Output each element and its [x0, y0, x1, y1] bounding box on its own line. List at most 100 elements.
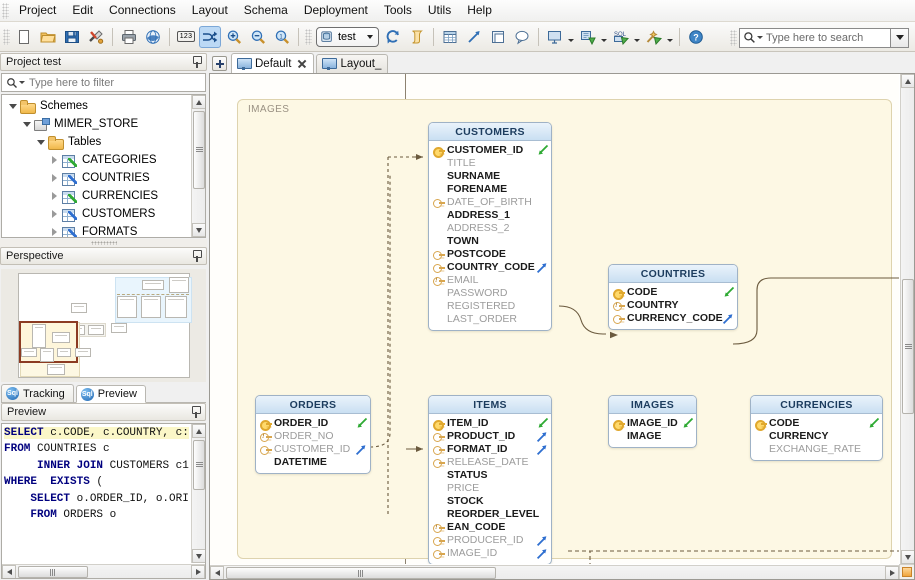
entity-column[interactable]: STATUS — [432, 469, 547, 482]
filter-dropdown-caret-icon[interactable] — [19, 81, 25, 84]
twisty-expanded-icon[interactable] — [6, 103, 19, 109]
menu-utils[interactable]: Utils — [420, 0, 459, 21]
menu-layout[interactable]: Layout — [184, 0, 236, 21]
filter-input[interactable]: Type here to filter — [1, 73, 206, 92]
entity-column[interactable]: ORDER_ID — [259, 417, 366, 431]
entity-column[interactable]: CODE — [612, 286, 733, 300]
pin-icon[interactable] — [191, 250, 202, 262]
incoming-relation-icon[interactable] — [536, 430, 549, 443]
entity-column[interactable]: EXCHANGE_RATE — [754, 443, 878, 456]
close-icon[interactable] — [297, 59, 307, 69]
tree-scroll-down-button[interactable] — [192, 223, 205, 237]
panel-splitter[interactable] — [0, 239, 207, 247]
canvas-scroll-left-button[interactable] — [210, 566, 224, 579]
open-folder-icon[interactable] — [37, 26, 59, 48]
tree-item-customers[interactable]: CUSTOMERS — [2, 205, 191, 223]
twisty-collapsed-icon[interactable] — [48, 174, 61, 182]
search-dropdown-caret-icon[interactable] — [757, 36, 763, 39]
entity-column[interactable]: ! EMAIL — [432, 274, 547, 287]
entity-column[interactable]: IMAGE_ID — [432, 547, 547, 560]
entity-currencies[interactable]: CURRENCIES CODE CURRENCY EXCHANGE_RATE — [750, 395, 883, 461]
script-icon[interactable] — [406, 26, 428, 48]
entity-column[interactable]: IMAGE — [612, 430, 692, 443]
zoom-out-icon[interactable] — [247, 26, 269, 48]
entity-orders[interactable]: ORDERS ORDER_ID! ORDER_NO CUSTOMER_ID DATETI… — [255, 395, 371, 474]
entity-column[interactable]: SURNAME — [432, 170, 547, 183]
tree-scroll-thumb[interactable] — [193, 111, 205, 189]
preview-scroll-thumb[interactable] — [193, 440, 205, 490]
outgoing-relation-icon[interactable] — [536, 144, 549, 157]
outgoing-relation-icon[interactable] — [681, 417, 694, 430]
incoming-relation-icon[interactable] — [536, 443, 549, 456]
menu-connections[interactable]: Connections — [101, 0, 184, 21]
menu-help[interactable]: Help — [459, 0, 500, 21]
twisty-collapsed-icon[interactable] — [48, 228, 61, 236]
connection-grip[interactable] — [305, 28, 312, 45]
entity-column[interactable]: TITLE — [432, 157, 547, 170]
menu-grip[interactable] — [2, 2, 9, 19]
entity-column[interactable]: DATE_OF_BIRTH — [432, 196, 547, 209]
twisty-collapsed-icon[interactable] — [48, 210, 61, 218]
entity-countries[interactable]: COUNTRIES CODE! COUNTRY CURRENCY_CODE — [608, 264, 738, 330]
zoom-in-icon[interactable] — [223, 26, 245, 48]
zoom-actual-icon[interactable]: 1 — [271, 26, 293, 48]
entity-column[interactable]: CUSTOMER_ID — [432, 144, 547, 158]
entity-column[interactable]: PASSWORD — [432, 287, 547, 300]
tree-item-categories[interactable]: CATEGORIES — [2, 151, 191, 169]
entity-column[interactable]: DATETIME — [259, 456, 366, 469]
menu-edit[interactable]: Edit — [64, 0, 101, 21]
preview-scroll-left-button[interactable] — [2, 565, 16, 578]
preview-scroll-up-button[interactable] — [192, 424, 205, 438]
entity-column[interactable]: CUSTOMER_ID — [259, 443, 366, 456]
entity-column[interactable]: FORMAT_ID — [432, 443, 547, 456]
entity-column[interactable]: REORDER_LEVEL — [432, 508, 547, 521]
incoming-relation-icon[interactable] — [722, 312, 735, 325]
entity-column[interactable]: REGISTERED — [432, 300, 547, 313]
canvas-vertical-scrollbar[interactable] — [900, 74, 914, 564]
entity-column[interactable]: CURRENCY — [754, 430, 878, 443]
tree-item-currencies[interactable]: CURRENCIES — [2, 187, 191, 205]
entity-column[interactable]: ADDRESS_2 — [432, 222, 547, 235]
entity-column[interactable]: COUNTRY_CODE — [432, 261, 547, 274]
search-grip[interactable] — [730, 29, 737, 46]
diagram-canvas[interactable]: IMAGES CUSTOMERS CUSTOMER_ID TITLE SURNA… — [210, 74, 899, 564]
comment-icon[interactable] — [511, 26, 533, 48]
search-dropdown-button[interactable] — [891, 27, 909, 48]
entity-column[interactable]: PRODUCT_ID — [432, 430, 547, 443]
print-icon[interactable] — [118, 26, 140, 48]
outgoing-relation-icon[interactable] — [536, 417, 549, 430]
tree-item-formats[interactable]: FORMATS — [2, 223, 191, 237]
wand-caret-icon[interactable] — [666, 27, 675, 47]
entity-column[interactable]: LAST_ORDER — [432, 313, 547, 326]
twisty-expanded-icon[interactable] — [20, 121, 33, 127]
grid-icon[interactable] — [439, 26, 461, 48]
menu-schema[interactable]: Schema — [236, 0, 296, 21]
tree-scroll-up-button[interactable] — [192, 95, 205, 109]
entity-column[interactable]: ADDRESS_1 — [432, 209, 547, 222]
canvas-scroll-down-button[interactable] — [901, 550, 914, 564]
incoming-relation-icon[interactable] — [536, 534, 549, 547]
toolbar-grip[interactable] — [3, 28, 10, 45]
tree-item-tables[interactable]: Tables — [2, 133, 191, 151]
tab-tracking[interactable]: Sql Tracking — [1, 384, 74, 402]
sql-run-icon[interactable]: SQL — [610, 26, 632, 48]
tab-default[interactable]: Default — [231, 53, 315, 73]
entity-column[interactable]: ! ORDER_NO — [259, 430, 366, 443]
canvas-scroll-up-button[interactable] — [901, 74, 914, 88]
add-tab-button[interactable] — [212, 56, 227, 71]
auto-layout-icon[interactable] — [199, 25, 221, 48]
incoming-relation-icon[interactable] — [536, 547, 549, 560]
entity-column[interactable]: CURRENCY_CODE — [612, 312, 733, 325]
help-icon[interactable]: ? — [685, 26, 707, 48]
canvas-vscroll-thumb[interactable] — [902, 279, 914, 414]
arrow-icon[interactable] — [463, 26, 485, 48]
preview-hscroll-thumb[interactable] — [18, 566, 88, 578]
incoming-relation-icon[interactable] — [536, 261, 549, 274]
outgoing-relation-icon[interactable] — [355, 417, 368, 430]
entity-column[interactable]: RELEASE_DATE — [432, 456, 547, 469]
outgoing-relation-icon[interactable] — [722, 286, 735, 299]
pin-icon[interactable] — [191, 56, 202, 68]
search-input[interactable]: Type here to search — [739, 27, 891, 48]
screen-run-caret-icon[interactable] — [567, 27, 576, 47]
wand-icon[interactable] — [643, 26, 665, 48]
